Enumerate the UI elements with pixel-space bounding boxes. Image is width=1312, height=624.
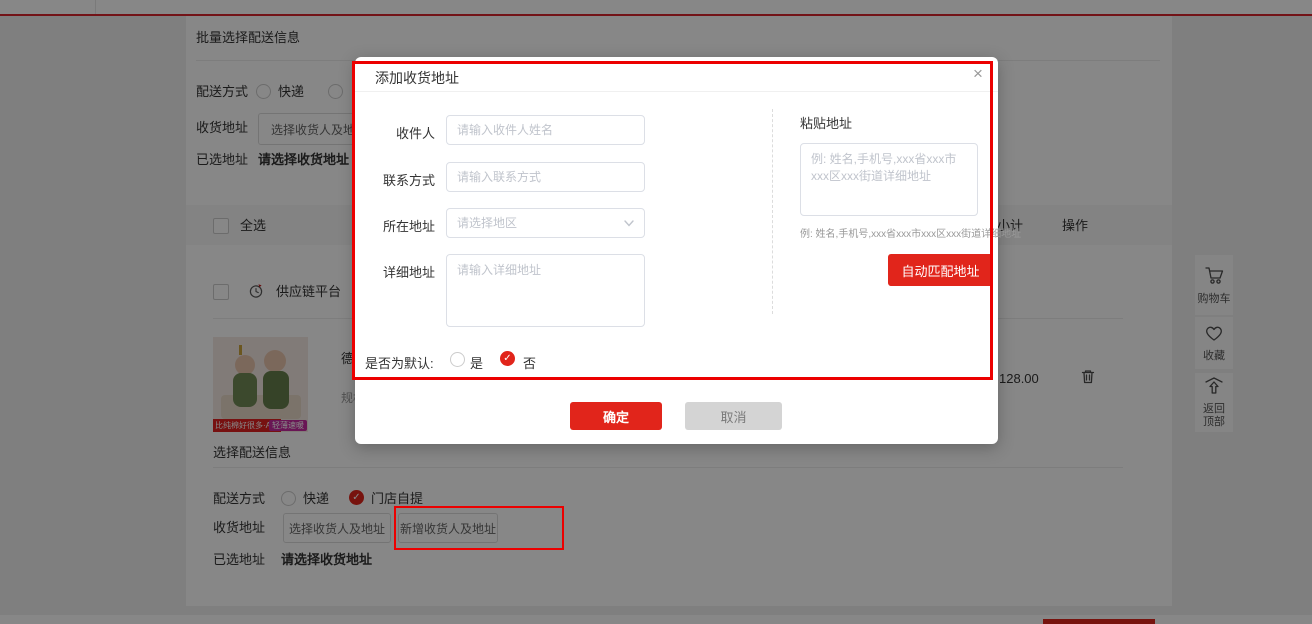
recipient-input[interactable] (446, 115, 645, 145)
chevron-down-icon (623, 209, 635, 247)
default-no-label: 否 (523, 353, 543, 372)
confirm-button[interactable]: 确定 (570, 402, 662, 430)
close-icon[interactable]: × (967, 63, 989, 85)
column-divider (772, 109, 773, 314)
paste-textarea[interactable] (800, 143, 978, 216)
contact-label: 联系方式 (365, 170, 435, 189)
default-yes-radio[interactable] (450, 352, 465, 367)
region-select[interactable]: 请选择地区 (446, 208, 645, 238)
region-label: 所在地址 (365, 216, 435, 235)
paste-hint: 例: 姓名,手机号,xxx省xxx市xxx区xxx街道详细地址 (800, 225, 1021, 240)
modal-title: 添加收货地址 (375, 68, 459, 88)
contact-input[interactable] (446, 162, 645, 192)
page: 批量选择配送信息 配送方式 快递 收货地址 选择收货人及地址 已选地址 请选择收… (0, 0, 1312, 624)
paste-label: 粘贴地址 (800, 113, 880, 132)
detail-label: 详细地址 (365, 262, 435, 281)
auto-match-button[interactable]: 自动匹配地址 (888, 254, 993, 286)
region-placeholder: 请选择地区 (457, 216, 517, 230)
recipient-label: 收件人 (365, 123, 435, 142)
cancel-button[interactable]: 取消 (685, 402, 782, 430)
detail-textarea[interactable] (446, 254, 645, 327)
default-yes-label: 是 (470, 353, 490, 372)
default-label: 是否为默认: (365, 353, 445, 372)
add-address-modal: 添加收货地址 × 收件人 联系方式 所在地址 请选择地区 详细地址 是否为默认:… (355, 57, 998, 444)
default-no-radio-checked[interactable]: ✓ (500, 351, 515, 366)
